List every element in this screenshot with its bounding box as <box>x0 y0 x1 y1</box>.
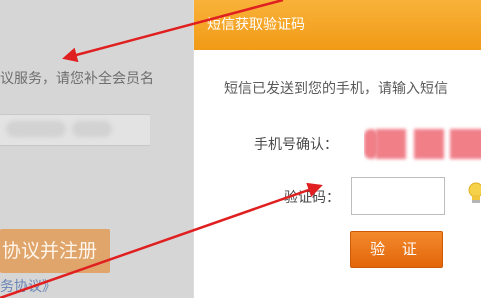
notice-text: 议服务，请您补全会员名 <box>0 71 154 87</box>
phone-number-masked <box>364 125 481 163</box>
dialog-title: 短信获取验证码 <box>207 17 305 33</box>
agreement-link[interactable]: 务协议》 <box>0 276 56 296</box>
dialog-header: 短信获取验证码 <box>194 0 481 50</box>
verification-code-input[interactable] <box>351 177 445 215</box>
verify-button[interactable]: 验 证 <box>350 231 443 268</box>
agree-register-button[interactable]: 协议并注册 <box>0 229 110 273</box>
verification-code-label: 验证码： <box>284 190 340 206</box>
sms-sent-hint: 短信已发送到您的手机，请输入短信 <box>224 81 448 97</box>
username-field-blurred <box>0 114 150 146</box>
sms-verification-dialog: 短信获取验证码 短信已发送到您的手机，请输入短信 手机号确认： 验证码： 验 证 <box>193 0 481 298</box>
phone-confirm-label: 手机号确认： <box>254 137 338 153</box>
background-page: 议服务，请您补全会员名 协议并注册 务协议》 <box>0 0 195 298</box>
lightbulb-icon <box>468 182 481 203</box>
